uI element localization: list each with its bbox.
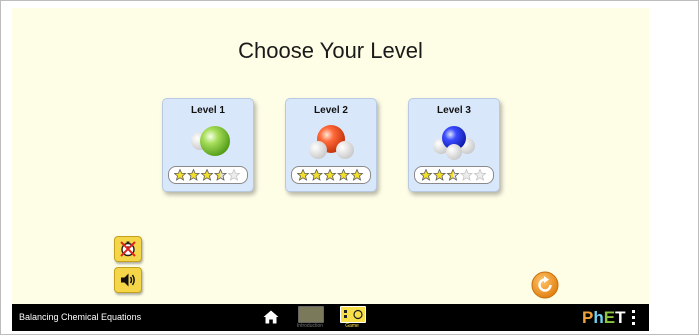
level-2-button[interactable]: Level 2 — [285, 98, 377, 192]
level-3-button[interactable]: Level 3 — [408, 98, 500, 192]
timer-off-icon — [120, 241, 136, 257]
game-screen-icon — [340, 306, 366, 323]
level-1-label: Level 1 — [191, 105, 225, 116]
screen-game-button[interactable]: Game — [335, 305, 369, 331]
ammonia-molecule-icon — [433, 126, 475, 160]
screen-introduction-label: Introduction — [296, 323, 324, 329]
page-title: Choose Your Level — [238, 38, 423, 63]
sim-area: Choose Your Level Level 1 Level 2 Level … — [12, 8, 649, 304]
level-3-star-rating — [414, 166, 494, 184]
screen-introduction-button[interactable]: Introduction — [293, 305, 327, 331]
timer-toggle-button[interactable] — [114, 236, 142, 262]
reset-icon[interactable] — [531, 271, 559, 299]
level-3-label: Level 3 — [437, 105, 471, 116]
speaker-on-icon — [121, 273, 135, 287]
screen-game-label: Game — [345, 323, 359, 329]
sim-title: Balancing Chemical Equations — [19, 312, 142, 322]
home-icon[interactable] — [263, 310, 279, 324]
phet-logo: PhET — [582, 308, 626, 327]
sound-toggle-button[interactable] — [114, 267, 142, 293]
browser-frame: Choose Your Level Level 1 Level 2 Level … — [0, 0, 699, 335]
introduction-screen-icon — [298, 306, 324, 323]
navigation-bar: Balancing Chemical Equations Introductio… — [12, 304, 649, 331]
menu-icon[interactable] — [632, 310, 636, 326]
level-1-star-rating — [168, 166, 248, 184]
green-molecule-icon — [191, 126, 230, 156]
level-1-button[interactable]: Level 1 — [162, 98, 254, 192]
level-2-label: Level 2 — [314, 105, 348, 116]
water-molecule-icon — [309, 125, 354, 159]
level-2-star-rating — [291, 166, 371, 184]
